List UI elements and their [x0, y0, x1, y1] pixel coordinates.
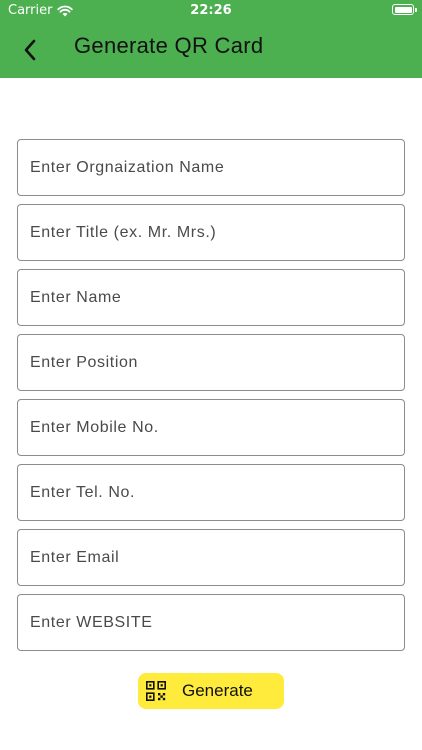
title-field[interactable]	[17, 204, 405, 261]
status-bar: Carrier 22:26	[0, 0, 422, 22]
qr-code-icon	[146, 681, 166, 701]
back-button[interactable]	[14, 34, 46, 66]
battery-fill	[394, 6, 412, 13]
telephone-number-field[interactable]	[17, 464, 405, 521]
name-field[interactable]	[17, 269, 405, 326]
generate-label: Generate	[182, 681, 253, 700]
mobile-number-field[interactable]	[17, 399, 405, 456]
organization-name-field[interactable]	[17, 139, 405, 196]
position-field[interactable]	[17, 334, 405, 391]
page-title: Generate QR Card	[74, 33, 264, 58]
website-field[interactable]	[17, 594, 405, 651]
qr-card-form	[17, 139, 405, 659]
battery-icon	[392, 4, 417, 15]
email-field[interactable]	[17, 529, 405, 586]
arrow-back-icon	[24, 39, 36, 61]
status-time: 22:26	[190, 3, 232, 18]
app-bar: Carrier 22:26 Generate QR Card	[0, 0, 422, 78]
generate-button[interactable]: Generate	[138, 673, 284, 709]
